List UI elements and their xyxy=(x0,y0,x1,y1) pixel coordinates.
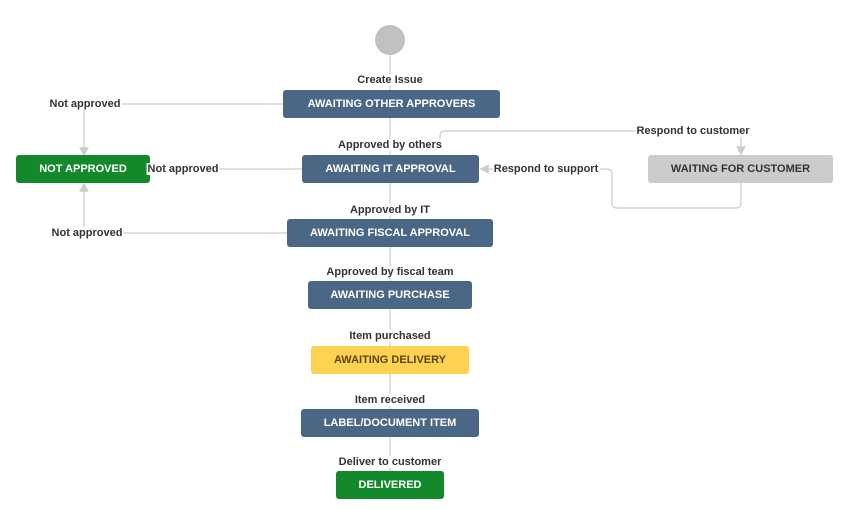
status-label-document-item[interactable]: LABEL/DOCUMENT ITEM xyxy=(301,409,479,437)
transition-approved-by-it[interactable]: Approved by IT xyxy=(348,204,432,216)
transition-item-received[interactable]: Item received xyxy=(353,394,427,406)
status-awaiting-fiscal-approval[interactable]: AWAITING FISCAL APPROVAL xyxy=(287,219,493,247)
transition-not-approved-1[interactable]: Not approved xyxy=(48,98,122,110)
status-awaiting-other-approvers[interactable]: AWAITING OTHER APPROVERS xyxy=(283,90,500,118)
start-circle-icon xyxy=(375,25,405,55)
status-awaiting-it-approval[interactable]: AWAITING IT APPROVAL xyxy=(302,155,479,183)
status-waiting-for-customer[interactable]: WAITING FOR CUSTOMER xyxy=(648,155,833,183)
transition-not-approved-2[interactable]: Not approved xyxy=(146,163,220,175)
transition-item-purchased[interactable]: Item purchased xyxy=(348,330,432,342)
status-awaiting-delivery[interactable]: AWAITING DELIVERY xyxy=(311,346,469,374)
transition-approved-by-others[interactable]: Approved by others xyxy=(337,139,443,151)
status-delivered[interactable]: DELIVERED xyxy=(336,471,444,499)
status-not-approved[interactable]: NOT APPROVED xyxy=(16,155,150,183)
line-not-approved-1 xyxy=(79,103,283,157)
transition-respond-to-support[interactable]: Respond to support xyxy=(492,163,600,175)
transition-respond-to-customer[interactable]: Respond to customer xyxy=(635,125,751,137)
transition-deliver-to-customer[interactable]: Deliver to customer xyxy=(337,456,443,468)
transition-not-approved-3[interactable]: Not approved xyxy=(50,227,124,239)
transition-approved-by-fiscal-team[interactable]: Approved by fiscal team xyxy=(325,266,455,278)
status-awaiting-purchase[interactable]: AWAITING PURCHASE xyxy=(308,281,472,309)
transition-create-issue[interactable]: Create Issue xyxy=(356,74,424,86)
